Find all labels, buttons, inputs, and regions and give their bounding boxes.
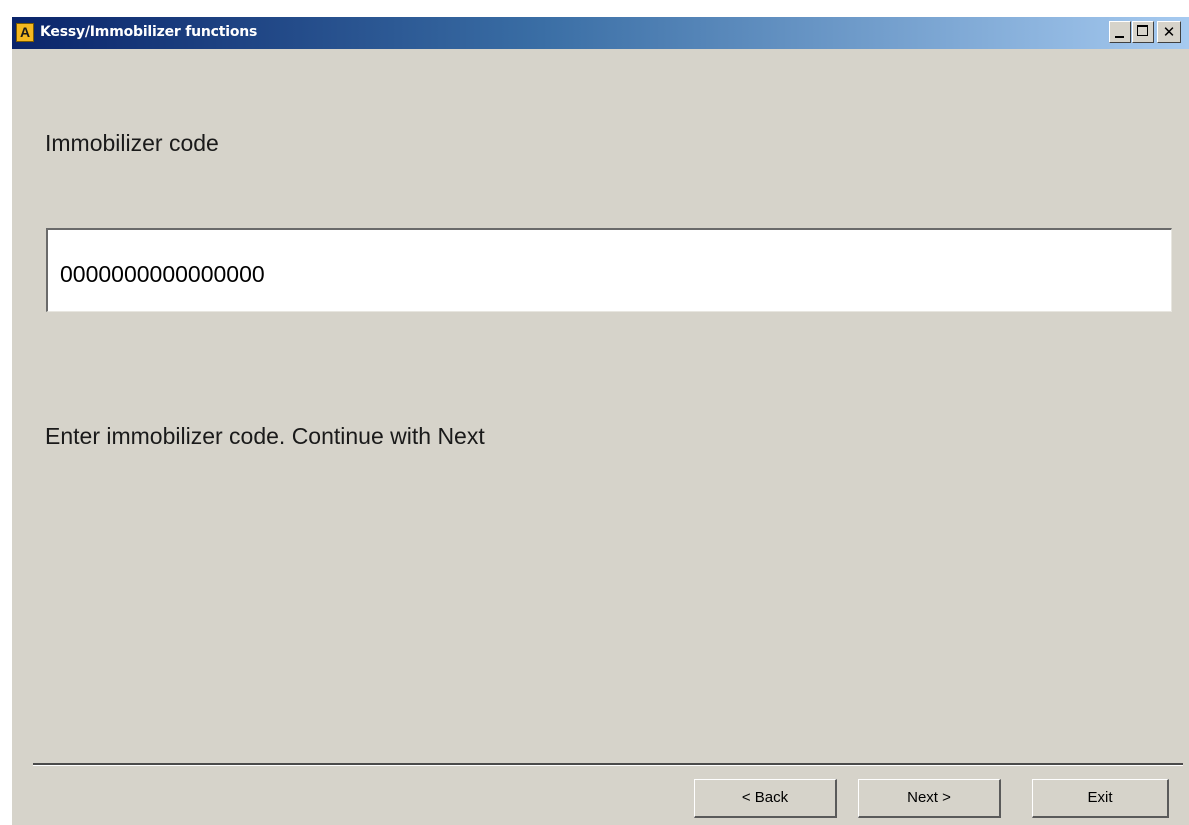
app-icon	[16, 23, 34, 42]
minimize-icon	[1110, 22, 1130, 42]
wizard-window: Kessy/Immobilizer functions Immobilizer …	[12, 17, 1189, 825]
back-button[interactable]: < Back	[694, 779, 837, 818]
page-title: Immobilizer code	[45, 130, 219, 156]
immobilizer-code-input[interactable]	[46, 228, 1172, 312]
minimize-button[interactable]	[1109, 21, 1131, 43]
footer-divider	[33, 763, 1183, 766]
next-button[interactable]: Next >	[858, 779, 1001, 818]
maximize-icon	[1133, 22, 1153, 42]
title-bar[interactable]: Kessy/Immobilizer functions	[12, 17, 1189, 49]
window-title: Kessy/Immobilizer functions	[40, 24, 258, 40]
instruction-text: Enter immobilizer code. Continue with Ne…	[45, 423, 485, 449]
close-button[interactable]	[1157, 21, 1181, 43]
close-icon	[1158, 22, 1180, 42]
maximize-button[interactable]	[1132, 21, 1154, 43]
exit-button[interactable]: Exit	[1032, 779, 1169, 818]
